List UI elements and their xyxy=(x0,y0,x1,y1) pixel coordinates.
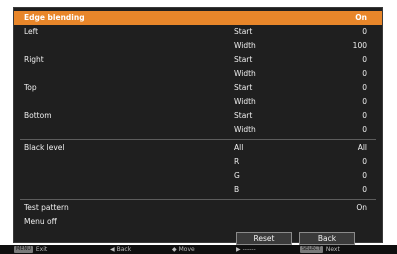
status-bar: MENU Exit ◀ Back ◆ Move ▶ ------ SELECT Next xyxy=(0,245,397,254)
row-sublabel: Start xyxy=(234,55,253,64)
status-dash: ▶ ------ xyxy=(236,245,256,254)
reset-button[interactable]: Reset xyxy=(236,232,292,245)
row-value: 0 xyxy=(362,69,367,78)
row-sublabel: Start xyxy=(234,111,253,120)
row-value: 0 xyxy=(362,125,367,134)
status-back: ◀ Back xyxy=(110,245,131,254)
status-dash-label: ------ xyxy=(242,246,256,253)
status-move-label: Move xyxy=(178,246,195,253)
row-value: 0 xyxy=(362,185,367,194)
menu-row-menu-off[interactable]: Menu off xyxy=(14,215,382,229)
row-value: 100 xyxy=(352,41,367,50)
menu-row-black-level-all[interactable]: Black level All All xyxy=(14,141,382,155)
menu-row-left-width[interactable]: Width 100 xyxy=(14,39,382,53)
row-value: On xyxy=(355,13,367,22)
row-label: Menu off xyxy=(24,217,57,226)
menu-row-bottom-width[interactable]: Width 0 xyxy=(14,123,382,137)
row-value: 0 xyxy=(362,83,367,92)
status-next-label: Next xyxy=(325,246,340,253)
edge-blending-menu: Edge blending On Left Start 0 Width 100 … xyxy=(13,7,383,245)
row-value: 0 xyxy=(362,157,367,166)
row-sublabel: Width xyxy=(234,125,256,134)
row-sublabel: Width xyxy=(234,69,256,78)
arrow-right-icon: ▶ xyxy=(236,246,241,253)
status-move: ◆ Move xyxy=(172,245,195,254)
menu-row-bottom-start[interactable]: Bottom Start 0 xyxy=(14,109,382,123)
row-value: On xyxy=(356,203,367,212)
section-divider xyxy=(20,139,376,140)
row-value: 0 xyxy=(362,55,367,64)
row-label: Edge blending xyxy=(24,13,85,22)
row-sublabel: Start xyxy=(234,83,253,92)
screen: Edge blending On Left Start 0 Width 100 … xyxy=(0,0,397,254)
menu-row-right-start[interactable]: Right Start 0 xyxy=(14,53,382,67)
menu-row-black-level-b[interactable]: B 0 xyxy=(14,183,382,197)
status-exit: MENU Exit xyxy=(14,245,47,254)
menu-row-top-start[interactable]: Top Start 0 xyxy=(14,81,382,95)
row-label: Left xyxy=(24,27,39,36)
menu-row-top-width[interactable]: Width 0 xyxy=(14,95,382,109)
status-back-label: Back xyxy=(116,246,132,253)
menu-key-icon: MENU xyxy=(14,246,33,253)
section-divider xyxy=(20,199,376,200)
row-sublabel: Width xyxy=(234,41,256,50)
menu-row-black-level-r[interactable]: R 0 xyxy=(14,155,382,169)
arrow-left-icon: ◀ xyxy=(110,246,115,253)
row-value: 0 xyxy=(362,111,367,120)
row-sublabel: B xyxy=(234,185,240,194)
row-label: Right xyxy=(24,55,44,64)
row-value: All xyxy=(357,143,367,152)
menu-row-test-pattern[interactable]: Test pattern On xyxy=(14,201,382,215)
row-value: 0 xyxy=(362,27,367,36)
row-sublabel: R xyxy=(234,157,240,166)
row-sublabel: Width xyxy=(234,97,256,106)
move-arrows-icon: ◆ xyxy=(172,246,177,253)
select-key-icon: SELECT xyxy=(300,246,323,253)
row-sublabel: G xyxy=(234,171,240,180)
row-value: 0 xyxy=(362,97,367,106)
row-label: Top xyxy=(24,83,37,92)
row-sublabel: All xyxy=(234,143,244,152)
row-value: 0 xyxy=(362,171,367,180)
status-next: SELECT Next xyxy=(300,245,340,254)
menu-row-right-width[interactable]: Width 0 xyxy=(14,67,382,81)
row-label: Test pattern xyxy=(24,203,69,212)
row-label: Black level xyxy=(24,143,65,152)
row-label: Bottom xyxy=(24,111,52,120)
menu-row-edge-blending[interactable]: Edge blending On xyxy=(14,11,382,25)
menu-row-black-level-g[interactable]: G 0 xyxy=(14,169,382,183)
back-button[interactable]: Back xyxy=(299,232,355,245)
status-exit-label: Exit xyxy=(35,246,48,253)
menu-row-left-start[interactable]: Left Start 0 xyxy=(14,25,382,39)
row-sublabel: Start xyxy=(234,27,253,36)
